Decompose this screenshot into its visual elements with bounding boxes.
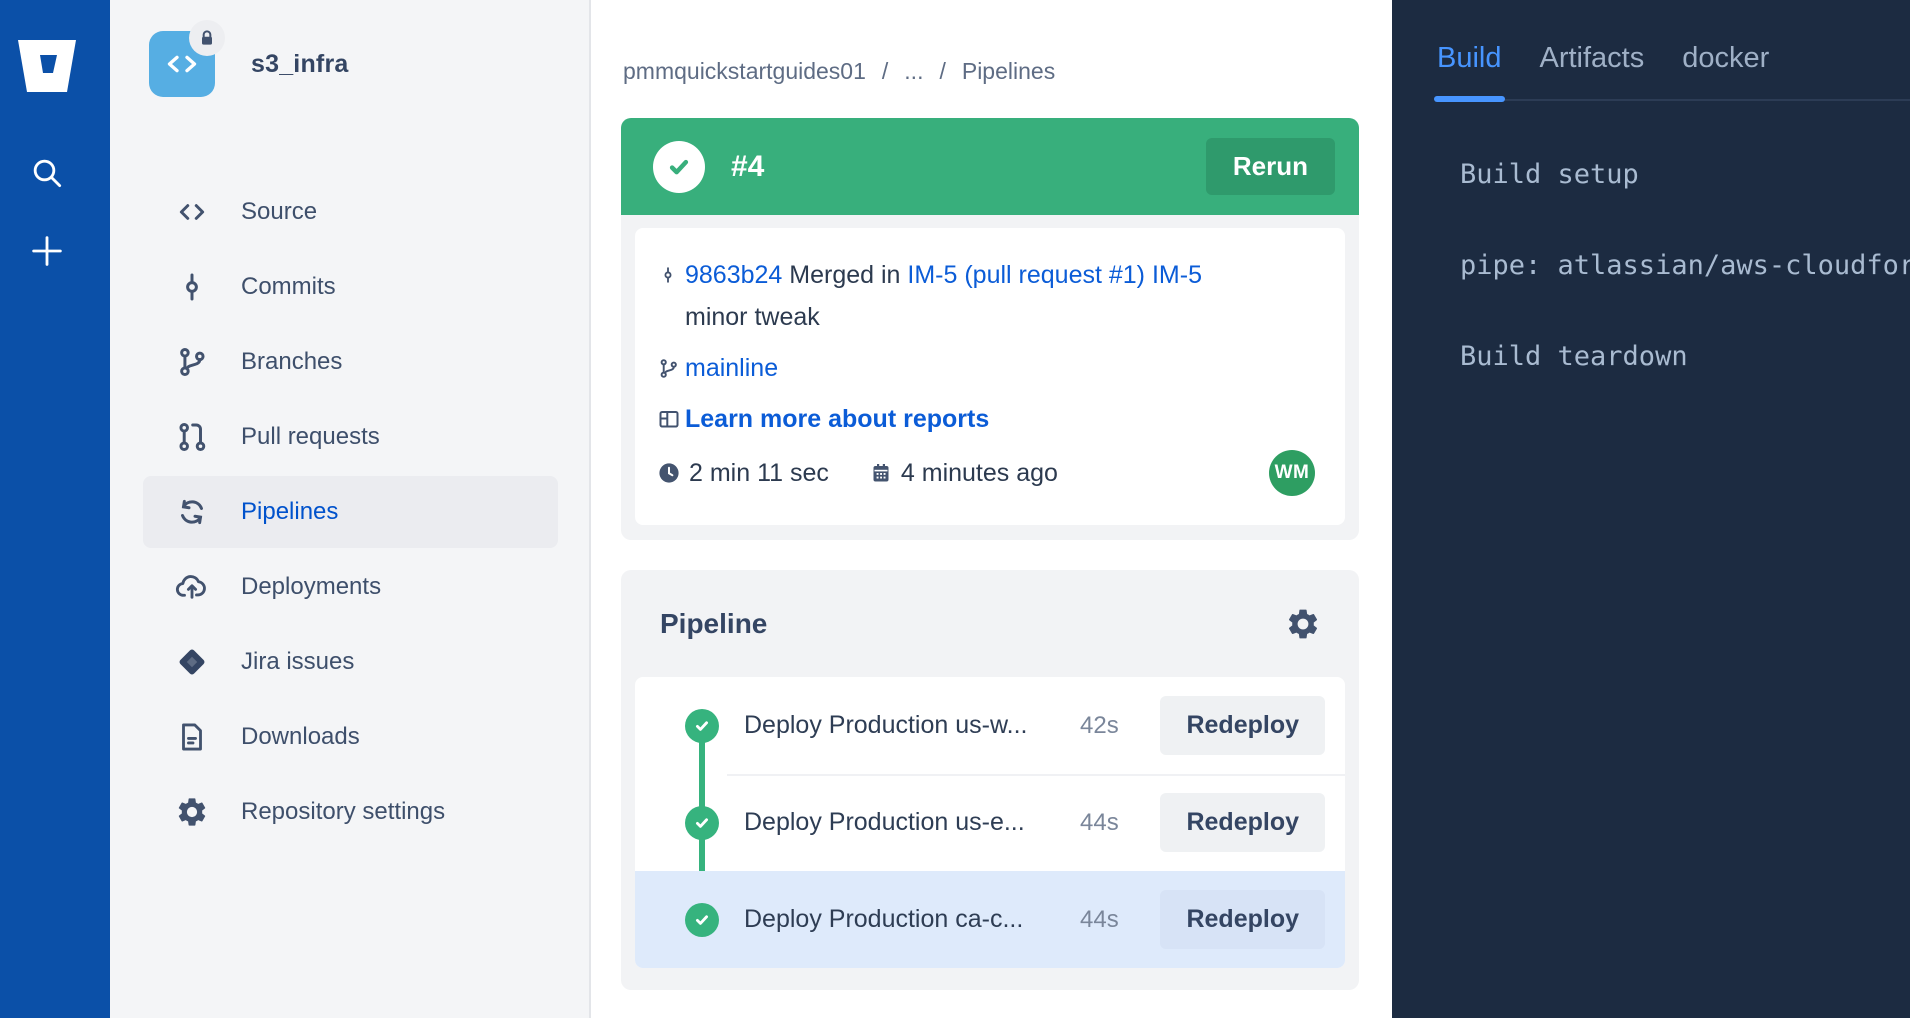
- step-duration: 42s: [1080, 712, 1119, 740]
- reports-icon: [657, 407, 685, 431]
- branch-icon: [173, 343, 211, 381]
- log-line-pipe[interactable]: pipe: atlassian/aws-cloudfor: [1460, 250, 1910, 281]
- pull-request-icon: [173, 418, 211, 456]
- redeploy-button[interactable]: Redeploy: [1160, 793, 1325, 852]
- sidebar-item-jira-issues[interactable]: Jira issues: [143, 626, 558, 698]
- sidebar-item-deployments[interactable]: Deployments: [143, 551, 558, 623]
- sidebar-item-source[interactable]: Source: [143, 176, 558, 248]
- code-icon: [173, 193, 211, 231]
- cloud-upload-icon: [173, 568, 211, 606]
- step-duration: 44s: [1080, 906, 1119, 934]
- build-log-lines: Build setup pipe: atlassian/aws-cloudfor…: [1460, 159, 1910, 372]
- run-status-header: #4 Rerun: [621, 118, 1359, 215]
- tab-build[interactable]: Build: [1437, 42, 1502, 99]
- repo-title: s3_infra: [251, 50, 349, 79]
- run-duration: 2 min 11 sec: [689, 459, 829, 488]
- step-label: Deploy Production us-w...: [744, 711, 1080, 740]
- pull-request-link[interactable]: (pull request #1): [964, 261, 1145, 289]
- tab-artifacts[interactable]: Artifacts: [1540, 42, 1645, 99]
- commit-hash-link[interactable]: 9863b24: [685, 261, 782, 289]
- calendar-icon: [869, 461, 897, 485]
- bitbucket-pipelines-page: s3_infra Source Commits Branches: [0, 0, 1910, 1018]
- breadcrumb-workspace[interactable]: pmmquickstartguides01: [623, 58, 866, 85]
- run-time-ago: 4 minutes ago: [901, 459, 1058, 488]
- branch-icon: [657, 357, 685, 380]
- sidebar-item-label: Deployments: [241, 573, 381, 601]
- build-log-panel: Build Artifacts docker Build setup pipe:…: [1392, 0, 1910, 1018]
- sidebar-item-label: Commits: [241, 273, 336, 301]
- pipeline-run-panel: #4 Rerun 9863b24 Merged in IM-5 (pull re…: [621, 118, 1359, 540]
- log-line-build-setup[interactable]: Build setup: [1460, 159, 1910, 190]
- search-icon[interactable]: [24, 150, 70, 196]
- reports-learn-more-link[interactable]: Learn more about reports: [685, 398, 989, 440]
- sidebar-item-label: Jira issues: [241, 648, 354, 676]
- sidebar-item-pull-requests[interactable]: Pull requests: [143, 401, 558, 473]
- pipeline-step-row[interactable]: Deploy Production us-w... 42s Redeploy: [635, 677, 1345, 774]
- sidebar-item-commits[interactable]: Commits: [143, 251, 558, 323]
- step-label: Deploy Production ca-c...: [744, 905, 1080, 934]
- create-plus-icon[interactable]: [24, 228, 70, 274]
- pipelines-icon: [173, 493, 211, 531]
- issue-link[interactable]: IM-5: [907, 261, 957, 289]
- gear-icon: [173, 793, 211, 831]
- repo-sidebar: s3_infra Source Commits Branches: [110, 0, 591, 1018]
- step-success-check-icon: [685, 709, 719, 743]
- sidebar-item-label: Pipelines: [241, 498, 338, 526]
- commit-icon: [173, 268, 211, 306]
- step-success-check-icon: [685, 903, 719, 937]
- pipeline-step-row[interactable]: Deploy Production us-e... 44s Redeploy: [635, 774, 1345, 871]
- document-icon: [173, 718, 211, 756]
- branch-name-link[interactable]: mainline: [685, 347, 778, 389]
- sidebar-item-repository-settings[interactable]: Repository settings: [143, 776, 558, 848]
- commit-message-text: Merged in: [789, 261, 900, 289]
- user-avatar[interactable]: WM: [1269, 450, 1315, 496]
- step-duration: 44s: [1080, 809, 1119, 837]
- commit-icon: [657, 254, 685, 287]
- pipeline-settings-gear-icon[interactable]: [1283, 604, 1323, 644]
- bitbucket-logo-icon[interactable]: [16, 38, 78, 94]
- private-lock-icon: [189, 20, 225, 56]
- pipeline-card-title: Pipeline: [660, 608, 767, 640]
- sidebar-item-downloads[interactable]: Downloads: [143, 701, 558, 773]
- repo-header[interactable]: s3_infra: [149, 31, 349, 97]
- row-divider: [727, 774, 1345, 776]
- log-line-build-teardown[interactable]: Build teardown: [1460, 341, 1910, 372]
- pipeline-steps-panel: Pipeline Deploy Production us-w... 42s R…: [621, 570, 1359, 990]
- jira-icon: [173, 643, 211, 681]
- breadcrumb-separator: /: [882, 58, 888, 85]
- sidebar-item-label: Repository settings: [241, 798, 445, 826]
- sidebar-item-label: Source: [241, 198, 317, 226]
- redeploy-button[interactable]: Redeploy: [1160, 890, 1325, 949]
- pipeline-step-row-selected[interactable]: Deploy Production ca-c... 44s Redeploy: [635, 871, 1345, 968]
- step-label: Deploy Production us-e...: [744, 808, 1080, 837]
- breadcrumb-current-page: Pipelines: [962, 58, 1055, 85]
- sidebar-item-label: Branches: [241, 348, 342, 376]
- commit-info-card: 9863b24 Merged in IM-5 (pull request #1)…: [635, 228, 1345, 525]
- sidebar-item-label: Downloads: [241, 723, 360, 751]
- commit-message-line2: minor tweak: [685, 296, 1202, 338]
- breadcrumb: pmmquickstartguides01 / ... / Pipelines: [623, 58, 1055, 85]
- tab-docker[interactable]: docker: [1682, 42, 1769, 99]
- breadcrumb-ellipsis[interactable]: ...: [904, 58, 923, 85]
- repo-nav: Source Commits Branches Pull requests: [143, 176, 558, 851]
- clock-icon: [657, 461, 685, 485]
- rerun-button[interactable]: Rerun: [1206, 138, 1335, 195]
- success-check-icon: [653, 141, 705, 193]
- breadcrumb-separator: /: [939, 58, 945, 85]
- redeploy-button[interactable]: Redeploy: [1160, 696, 1325, 755]
- log-tabs: Build Artifacts docker: [1437, 0, 1910, 101]
- issue-link[interactable]: IM-5: [1152, 261, 1202, 289]
- commit-message: 9863b24 Merged in IM-5 (pull request #1)…: [685, 254, 1202, 338]
- app-bar: [0, 0, 110, 1018]
- main-content: pmmquickstartguides01 / ... / Pipelines …: [593, 0, 1392, 1018]
- step-success-check-icon: [685, 806, 719, 840]
- sidebar-item-pipelines[interactable]: Pipelines: [143, 476, 558, 548]
- pipeline-steps-list: Deploy Production us-w... 42s Redeploy D…: [635, 677, 1345, 968]
- sidebar-item-branches[interactable]: Branches: [143, 326, 558, 398]
- run-number: #4: [731, 150, 764, 184]
- sidebar-item-label: Pull requests: [241, 423, 380, 451]
- repo-avatar: [149, 31, 215, 97]
